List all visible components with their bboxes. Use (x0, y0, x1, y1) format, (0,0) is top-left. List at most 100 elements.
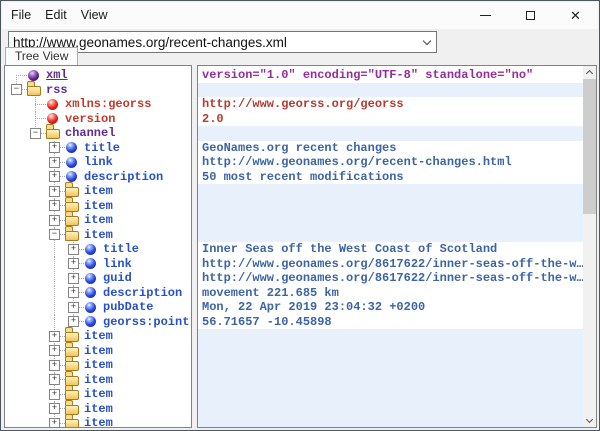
node-label[interactable]: version (63, 112, 117, 127)
tree-row[interactable]: +item (5, 199, 191, 214)
value-row[interactable] (198, 329, 583, 344)
value-row[interactable] (198, 83, 583, 98)
tree-row[interactable]: + title (5, 242, 191, 257)
expander-plus-icon[interactable]: + (49, 418, 60, 428)
expander-plus-icon[interactable]: + (68, 316, 79, 327)
tree-row[interactable]: version (5, 112, 191, 127)
tree-row[interactable]: + item (5, 329, 191, 344)
value-row[interactable] (198, 213, 583, 228)
menu-file[interactable]: File (4, 2, 38, 29)
tree-row[interactable]: + item (5, 416, 191, 428)
node-label[interactable]: item (82, 416, 115, 428)
value-row[interactable]: version="1.0" encoding="UTF-8" standalon… (198, 68, 583, 83)
value-row[interactable] (198, 416, 583, 427)
value-row[interactable]: http://www.geonames.org/8617622/inner-se… (198, 271, 583, 286)
tree-row[interactable]: − channel (5, 126, 191, 141)
vertical-scrollbar[interactable] (583, 66, 596, 427)
node-label[interactable]: rss (44, 83, 70, 98)
value-row[interactable]: movement 221.685 km (198, 286, 583, 301)
expander-plus-icon[interactable]: + (49, 374, 60, 385)
value-row[interactable] (198, 344, 583, 359)
expander-plus-icon[interactable]: + (49, 215, 60, 226)
node-label[interactable]: item (82, 213, 115, 228)
node-label[interactable]: guid (101, 271, 134, 286)
expander-plus-icon[interactable]: + (49, 403, 60, 414)
tree-row[interactable]: + description (5, 286, 191, 301)
node-label[interactable]: item (82, 358, 115, 373)
value-row[interactable]: Mon, 22 Apr 2019 23:04:32 +0200 (198, 300, 583, 315)
minimize-button[interactable] (463, 2, 508, 28)
scrollbar-thumb[interactable] (583, 79, 596, 214)
node-label[interactable]: title (82, 141, 122, 156)
node-label[interactable]: item (82, 228, 115, 243)
value-row[interactable]: 50 most recent modifications (198, 170, 583, 185)
tree-row[interactable]: + title (5, 141, 191, 156)
node-label[interactable]: description (82, 170, 165, 185)
expander-plus-icon[interactable]: + (49, 142, 60, 153)
tree-row[interactable]: + item (5, 402, 191, 417)
expander-plus-icon[interactable]: + (49, 186, 60, 197)
node-label[interactable]: item (82, 184, 115, 199)
expander-plus-icon[interactable]: + (49, 389, 60, 400)
expander-minus-icon[interactable]: − (49, 229, 60, 240)
tree-row[interactable]: + item (5, 344, 191, 359)
tree-row[interactable]: +item (5, 358, 191, 373)
value-row[interactable] (198, 184, 583, 199)
node-label[interactable]: description (101, 286, 184, 301)
value-row[interactable] (198, 199, 583, 214)
value-row[interactable]: http://www.geonames.org/8617622/inner-se… (198, 257, 583, 272)
node-label[interactable]: item (82, 344, 115, 359)
expander-plus-icon[interactable]: + (49, 345, 60, 356)
menu-view[interactable]: View (74, 2, 115, 29)
value-row[interactable] (198, 387, 583, 402)
tree-row[interactable]: + item (5, 373, 191, 388)
node-label[interactable]: item (82, 373, 115, 388)
value-row[interactable] (198, 402, 583, 417)
tree-row[interactable]: − item (5, 228, 191, 243)
expander-plus-icon[interactable]: + (68, 302, 79, 313)
expander-minus-icon[interactable]: − (30, 128, 41, 139)
node-label[interactable]: title (101, 242, 141, 257)
menu-edit[interactable]: Edit (38, 2, 74, 29)
tab-tree-view[interactable]: Tree View (5, 47, 78, 65)
tree-row[interactable]: + description (5, 170, 191, 185)
close-button[interactable]: ✕ (553, 2, 598, 28)
value-row[interactable] (198, 228, 583, 243)
expander-plus-icon[interactable]: + (68, 258, 79, 269)
node-label[interactable]: item (82, 402, 115, 417)
node-label[interactable]: xmlns:georss (63, 97, 153, 112)
value-row[interactable]: GeoNames.org recent changes (198, 141, 583, 156)
value-row[interactable]: Inner Seas off the West Coast of Scotlan… (198, 242, 583, 257)
scroll-up-button[interactable] (583, 66, 596, 79)
expander-plus-icon[interactable]: + (49, 171, 60, 182)
maximize-button[interactable] (508, 2, 553, 28)
node-label[interactable]: item (82, 329, 115, 344)
tree-row[interactable]: + item (5, 184, 191, 199)
expander-plus-icon[interactable]: + (68, 273, 79, 284)
node-label[interactable]: item (82, 199, 115, 214)
node-label[interactable]: link (82, 155, 115, 170)
node-label[interactable]: item (82, 387, 115, 402)
value-row[interactable]: http://www.geonames.org/recent-changes.h… (198, 155, 583, 170)
tree-row[interactable]: xmlns:georss (5, 97, 191, 112)
node-label[interactable]: link (101, 257, 134, 272)
expander-plus-icon[interactable]: + (49, 331, 60, 342)
tree-row[interactable]: + guid (5, 271, 191, 286)
tree-row[interactable]: − rss (5, 83, 191, 98)
tree-row[interactable]: + georss:point (5, 315, 191, 330)
value-row[interactable] (198, 126, 583, 141)
expander-minus-icon[interactable]: − (11, 84, 22, 95)
tree-row[interactable]: +link (5, 155, 191, 170)
expander-plus-icon[interactable]: + (68, 244, 79, 255)
node-label[interactable]: pubDate (101, 300, 155, 315)
value-row[interactable] (198, 358, 583, 373)
tree-row[interactable]: + item (5, 387, 191, 402)
node-label[interactable]: channel (63, 126, 117, 141)
node-label[interactable]: xml (44, 68, 70, 83)
value-row[interactable]: 2.0 (198, 112, 583, 127)
expander-plus-icon[interactable]: + (68, 287, 79, 298)
scroll-down-button[interactable] (583, 414, 596, 427)
value-row[interactable]: http://www.georss.org/georss (198, 97, 583, 112)
node-label[interactable]: georss:point (101, 315, 191, 330)
tree-row[interactable]: + link (5, 257, 191, 272)
